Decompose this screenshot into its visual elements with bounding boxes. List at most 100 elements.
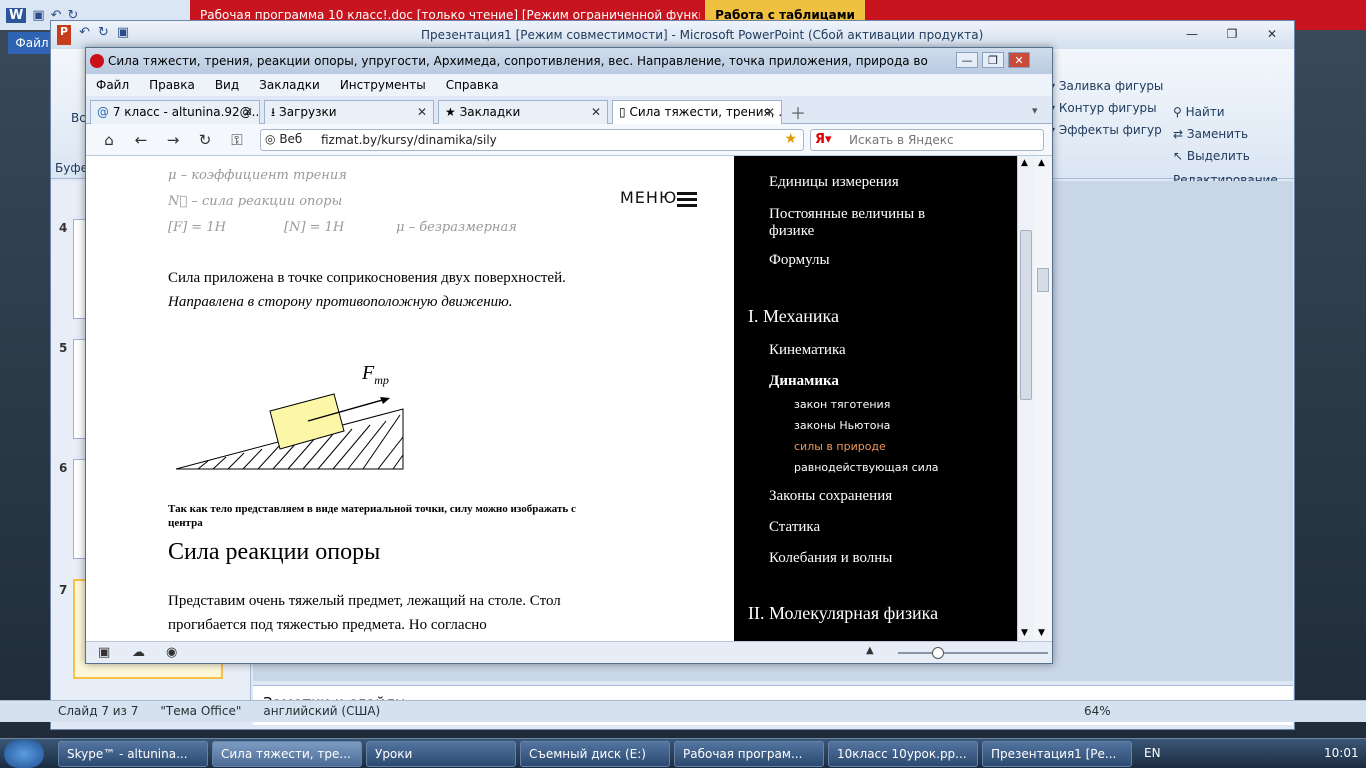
back-icon[interactable]: ← bbox=[130, 130, 152, 150]
maximize-button[interactable]: ❐ bbox=[982, 52, 1004, 68]
tab-active-page[interactable]: ▯ Сила тяжести, трения, ... ✕ bbox=[612, 100, 782, 124]
menu-edit[interactable]: Правка bbox=[149, 78, 195, 92]
scroll-down-icon[interactable]: ▼ bbox=[1038, 628, 1045, 638]
yandex-letter: Я bbox=[815, 132, 826, 147]
hamburger-menu-icon[interactable] bbox=[677, 192, 697, 208]
task-folder[interactable]: Уроки bbox=[366, 741, 516, 767]
speed-dial-icon[interactable]: ◉ bbox=[166, 645, 177, 660]
slide-number: 5 bbox=[59, 341, 68, 355]
select-label: Выделить bbox=[1186, 149, 1250, 163]
find-button[interactable]: ⚲ Найти bbox=[1173, 105, 1293, 127]
address-bar[interactable]: ◎ Веб fizmat.by/kursy/dinamika/sily ★ bbox=[260, 129, 804, 151]
save-icon[interactable]: ▣ bbox=[32, 8, 44, 23]
home-icon[interactable]: ⌂ bbox=[98, 130, 120, 150]
shape-effects-button[interactable]: ▾ Эффекты фигур bbox=[1049, 123, 1162, 137]
new-tab-icon[interactable]: ＋ bbox=[790, 100, 806, 124]
menu-tools[interactable]: Инструменты bbox=[340, 78, 426, 92]
nav-link[interactable]: Законы сохранения bbox=[769, 488, 892, 505]
minimize-button[interactable]: — bbox=[1179, 25, 1205, 43]
tab-close-icon[interactable]: ✕ bbox=[591, 101, 601, 123]
undo-icon[interactable]: ↶ bbox=[79, 25, 90, 45]
nav-sublink[interactable]: закон тяготения bbox=[794, 398, 890, 411]
formula-mu: μ – коэффициент трения bbox=[168, 168, 347, 183]
url-text[interactable]: fizmat.by/kursy/dinamika/sily bbox=[321, 133, 497, 147]
search-box[interactable]: Я▾ bbox=[810, 129, 1044, 151]
shape-fill-button[interactable]: ▾ Заливка фигуры bbox=[1049, 79, 1163, 93]
cloud-icon[interactable]: ☁ bbox=[132, 645, 145, 660]
nav-link[interactable]: Статика bbox=[769, 519, 820, 536]
menu-label[interactable]: МЕНЮ bbox=[620, 188, 677, 207]
zoom-level[interactable]: 64% bbox=[1084, 704, 1111, 718]
replace-button[interactable]: ⇄ Заменить bbox=[1173, 127, 1293, 149]
scroll-thumb[interactable] bbox=[1037, 268, 1049, 292]
key-icon[interactable]: ⚿ bbox=[226, 130, 248, 150]
task-skype[interactable]: Skype™ - altunina... bbox=[58, 741, 208, 767]
minimize-button[interactable]: — bbox=[956, 52, 978, 68]
maximize-button[interactable]: ❐ bbox=[1219, 25, 1245, 43]
nav-sublink[interactable]: законы Ньютона bbox=[794, 419, 890, 432]
tab-bookmarks[interactable]: ★ Закладки ✕ bbox=[438, 100, 608, 124]
nav-section-mechanics[interactable]: I. Механика bbox=[748, 306, 839, 327]
clock[interactable]: 10:01 bbox=[1324, 746, 1359, 760]
close-button[interactable]: ✕ bbox=[1008, 52, 1030, 68]
bookmark-star-icon[interactable]: ★ bbox=[784, 131, 797, 147]
shape-outline-button[interactable]: ▾ Контур фигуры bbox=[1049, 101, 1157, 115]
nav-link[interactable]: Постоянные величины в физике bbox=[769, 206, 969, 240]
nav-scrollbar[interactable]: ▲ ▼ bbox=[1017, 156, 1034, 641]
downloads-icon: ⭳ bbox=[271, 105, 276, 119]
theme-name[interactable]: "Тема Office" bbox=[160, 704, 241, 718]
page-content: μ – коэффициент трения N⃗ – сила реакции… bbox=[86, 156, 734, 641]
tab-mail[interactable]: @ 7 класс - altunina.92@... ✕ bbox=[90, 100, 260, 124]
shape-outline-label: Контур фигуры bbox=[1058, 101, 1157, 115]
menu-bookmarks[interactable]: Закладки bbox=[259, 78, 320, 92]
nav-link[interactable]: Кинематика bbox=[769, 342, 846, 359]
nav-sublink-active[interactable]: силы в природе bbox=[794, 440, 886, 453]
tab-close-icon[interactable]: ✕ bbox=[243, 101, 253, 123]
language-indicator[interactable]: английский (США) bbox=[263, 704, 380, 718]
close-button[interactable]: ✕ bbox=[1259, 25, 1285, 43]
paragraph-reaction: Представим очень тяжелый предмет, лежащи… bbox=[168, 593, 561, 633]
menu-file[interactable]: Файл bbox=[96, 78, 129, 92]
menu-help[interactable]: Справка bbox=[446, 78, 499, 92]
nav-link[interactable]: Колебания и волны bbox=[769, 550, 892, 567]
task-ppt-presentation[interactable]: Презентация1 [Ре... bbox=[982, 741, 1132, 767]
slide-number: 6 bbox=[59, 461, 68, 475]
nav-link[interactable]: Единицы измерения bbox=[769, 174, 899, 191]
start-button[interactable] bbox=[4, 740, 44, 768]
language-indicator[interactable]: EN bbox=[1144, 746, 1161, 760]
page-scrollbar[interactable]: ▲ ▼ bbox=[1034, 156, 1052, 641]
task-opera[interactable]: Сила тяжести, тре... bbox=[212, 741, 362, 767]
nav-section-molecular[interactable]: II. Молекулярная физика bbox=[748, 603, 938, 624]
scroll-thumb[interactable] bbox=[1020, 230, 1032, 400]
redo-icon[interactable]: ↻ bbox=[98, 25, 109, 45]
nav-link-current[interactable]: Динамика bbox=[769, 373, 839, 390]
tab-list-icon[interactable]: ▾ bbox=[1032, 104, 1038, 117]
select-button[interactable]: ↖ Выделить bbox=[1173, 149, 1293, 171]
opera-window: Сила тяжести, трения, реакции опоры, упр… bbox=[85, 47, 1053, 664]
nav-link[interactable]: Формулы bbox=[769, 252, 830, 269]
search-input[interactable] bbox=[849, 132, 1039, 148]
ppt-statusbar: Слайд 7 из 7 "Тема Office" английский (С… bbox=[0, 700, 1366, 722]
word-file-tab[interactable]: Файл bbox=[8, 32, 56, 54]
zoom-slider-track[interactable] bbox=[898, 652, 1048, 654]
scroll-up-icon[interactable]: ▲ bbox=[1038, 158, 1045, 168]
save-icon[interactable]: ▣ bbox=[117, 25, 129, 45]
task-removable-disk[interactable]: Съемный диск (E:) bbox=[520, 741, 670, 767]
task-word[interactable]: Рабочая програм... bbox=[674, 741, 824, 767]
panel-toggle-icon[interactable]: ▣ bbox=[98, 645, 110, 660]
tab-close-icon[interactable]: ✕ bbox=[765, 101, 775, 123]
forward-icon[interactable]: → bbox=[162, 130, 184, 150]
task-ppt-lesson[interactable]: 10класс 10урок.pp... bbox=[828, 741, 978, 767]
tab-close-icon[interactable]: ✕ bbox=[417, 101, 427, 123]
site-navigation: Единицы измерения Постоянные величины в … bbox=[734, 156, 1017, 641]
zoom-slider-knob[interactable] bbox=[932, 647, 944, 659]
tab-downloads[interactable]: ⭳ Загрузки ✕ bbox=[264, 100, 434, 124]
nav-sublink[interactable]: равнодействующая сила bbox=[794, 461, 939, 474]
yandex-icon[interactable]: Я▾ bbox=[815, 132, 833, 148]
web-badge[interactable]: ◎ Веб bbox=[265, 132, 302, 146]
zoom-up-icon[interactable]: ▲ bbox=[866, 645, 874, 656]
scroll-up-icon[interactable]: ▲ bbox=[1021, 158, 1028, 168]
reload-icon[interactable]: ↻ bbox=[194, 130, 216, 150]
menu-view[interactable]: Вид bbox=[215, 78, 239, 92]
scroll-down-icon[interactable]: ▼ bbox=[1021, 628, 1028, 638]
